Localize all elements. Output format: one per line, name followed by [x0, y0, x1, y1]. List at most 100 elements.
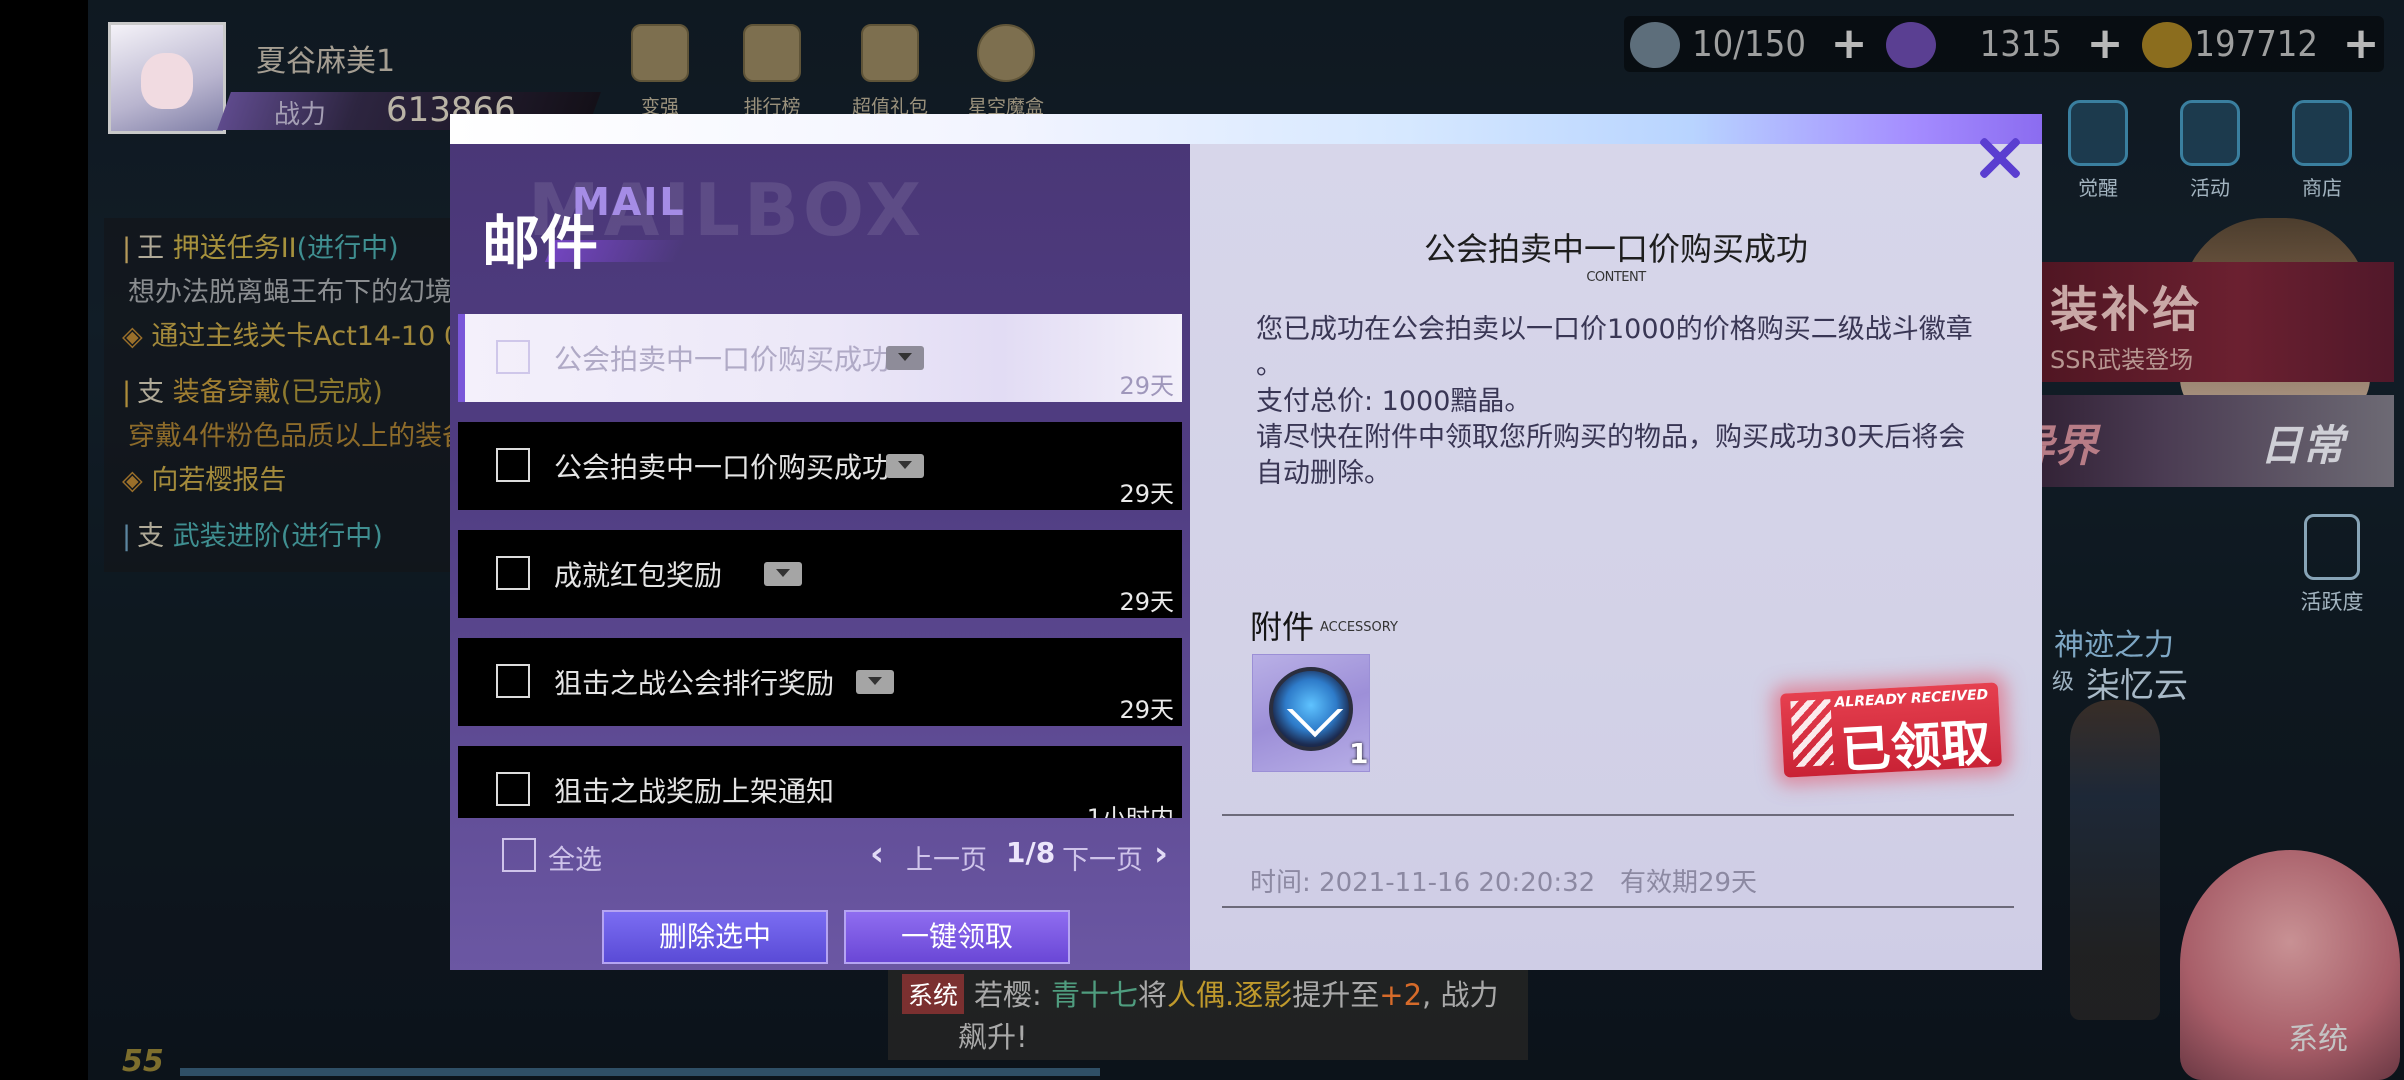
- quest-title: 武装进阶: [172, 521, 281, 552]
- quest-3-header[interactable]: | 支 武装进阶(进行中): [122, 514, 383, 553]
- quest-2-desc: 穿戴4件粉色品质以上的装备: [128, 421, 470, 452]
- select-all-checkbox[interactable]: [502, 838, 536, 872]
- mail-checkbox[interactable]: [496, 340, 530, 374]
- mail-item[interactable]: 公会拍卖中一口价购买成功 29天: [458, 422, 1182, 510]
- attachment-label: 附件: [1250, 608, 1315, 646]
- select-all-label[interactable]: 全选: [548, 838, 602, 877]
- detail-body-line: 您已成功在公会拍卖以一口价1000的价格购买二级战斗徽章: [1256, 314, 1973, 345]
- envelope-icon: [856, 670, 894, 694]
- envelope-icon: [764, 562, 802, 586]
- activity-label: 活跃度: [2300, 590, 2364, 614]
- quest-1-desc: 想办法脱离蝇王布下的幻境: [128, 277, 452, 308]
- detail-body-line: 。: [1256, 350, 1283, 381]
- chat-level: +2: [1379, 978, 1423, 1012]
- side-menu-awaken[interactable]: 觉醒: [2050, 100, 2146, 201]
- mail-subject: 成就红包奖励: [554, 559, 723, 592]
- mail-list[interactable]: 公会拍卖中一口价购买成功 29天 公会拍卖中一口价购买成功 29天 成就红包奖励…: [458, 314, 1182, 818]
- next-page-button[interactable]: 下一页: [1062, 838, 1143, 877]
- resource-crystal: 1315 +: [1886, 16, 2126, 72]
- mail-subject: 狙击之战公会排行奖励: [554, 667, 835, 700]
- mail-item[interactable]: 狙击之战公会排行奖励 29天: [458, 638, 1182, 726]
- chat-verb: 将: [1138, 978, 1168, 1012]
- quest-2-header[interactable]: | 支 装备穿戴(已完成): [122, 370, 383, 409]
- mail-checkbox[interactable]: [496, 556, 530, 590]
- system-button[interactable]: 系统: [2288, 1014, 2348, 1058]
- screen-left-margin: [0, 0, 88, 1080]
- chevron-right-icon[interactable]: ›: [1154, 834, 1168, 874]
- chat-item: 人偶.逐影: [1167, 978, 1293, 1012]
- envelope-icon: [886, 454, 924, 478]
- quest-goal-text: 通过主线关卡Act14-10 0/: [151, 321, 471, 352]
- prev-page-button[interactable]: 上一页: [906, 838, 987, 877]
- quest-title: 押送任务II: [172, 233, 297, 264]
- chat-system-tag: 系统: [902, 974, 965, 1014]
- page-indicator: 1/8: [1006, 836, 1056, 869]
- daily-label: 日常: [2260, 421, 2345, 470]
- mail-item[interactable]: 狙击之战奖励上架通知 1小时内: [458, 746, 1182, 818]
- top-menu-gift-pack[interactable]: 超值礼包: [846, 24, 934, 118]
- player-avatar[interactable]: [108, 22, 226, 134]
- add-crystal-button[interactable]: +: [2084, 22, 2126, 66]
- collect-all-button[interactable]: 一键领取: [844, 910, 1070, 964]
- crystal-value: 1315: [1979, 24, 2062, 65]
- mail-dialog: MAILBOX MAIL 邮件 公会拍卖中一口价购买成功 29天 公会拍卖中一口…: [450, 114, 2042, 970]
- attachment-item[interactable]: 1: [1252, 654, 1370, 772]
- side-menu-label: 商店: [2302, 176, 2342, 200]
- magic-box-icon: [977, 24, 1035, 82]
- awaken-icon: [2068, 100, 2128, 166]
- mail-expire: 29天: [1119, 480, 1174, 508]
- shop-bag-icon: [2292, 100, 2352, 166]
- mail-item[interactable]: 公会拍卖中一口价购买成功 29天: [458, 314, 1182, 402]
- detail-content-tag: CONTENT: [1586, 270, 1646, 285]
- balloon-icon: [2180, 100, 2240, 166]
- detail-time: 时间: 2021-11-16 20:20:32 有效期29天: [1250, 862, 1757, 899]
- delete-selected-button[interactable]: 删除选中: [602, 910, 828, 964]
- player-level: 55: [122, 1044, 164, 1079]
- mail-subject: 狙击之战奖励上架通知: [554, 775, 835, 808]
- attachment-tag: ACCESSORY: [1320, 620, 1398, 635]
- top-menu-strengthen[interactable]: 变强: [616, 24, 704, 118]
- ranking-icon: [743, 24, 801, 82]
- quest-goal-text: 向若樱报告: [151, 465, 287, 496]
- quest-status: (进行中): [296, 233, 399, 264]
- god-level: 级: [2052, 670, 2075, 695]
- chevron-left-icon[interactable]: ‹: [870, 834, 884, 874]
- mail-checkbox[interactable]: [496, 448, 530, 482]
- mail-expire: 1小时内: [1086, 804, 1174, 818]
- mail-checkbox[interactable]: [496, 772, 530, 806]
- character-sprite: [2070, 700, 2160, 1020]
- detail-body: 您已成功在公会拍卖以一口价1000的价格购买二级战斗徽章 。 支付总价: 100…: [1256, 312, 1976, 492]
- dialog-top-bar: [450, 114, 2042, 144]
- resource-stamina: 10/150 +: [1630, 16, 1870, 72]
- add-gold-button[interactable]: +: [2340, 22, 2382, 66]
- power-label: 战力: [274, 100, 327, 130]
- top-menu-magic-box[interactable]: 星空魔盒: [962, 24, 1050, 118]
- banner-title: 装补给: [2050, 282, 2204, 338]
- quest-status: (已完成): [280, 377, 383, 408]
- quest-tag: 支: [137, 521, 165, 552]
- activity-button[interactable]: 活跃度: [2282, 514, 2382, 616]
- quest-1-header[interactable]: | 王 押送任务II(进行中): [122, 226, 399, 265]
- envelope-icon: [886, 346, 924, 370]
- add-stamina-button[interactable]: +: [1828, 22, 1870, 66]
- mail-item[interactable]: 成就红包奖励 29天: [458, 530, 1182, 618]
- coin-icon: [2142, 22, 2192, 68]
- detail-body-line: 支付总价: 1000黯晶。: [1256, 386, 1532, 417]
- chat-speaker: 若樱:: [974, 978, 1042, 1012]
- side-menu-activity[interactable]: 活动: [2162, 100, 2258, 201]
- close-icon[interactable]: [1970, 128, 2030, 188]
- mail-expire: 29天: [1119, 588, 1174, 616]
- side-menu-shop[interactable]: 商店: [2274, 100, 2370, 201]
- detail-title: 公会拍卖中一口价购买成功: [1423, 230, 1808, 268]
- detail-body-line: 自动删除。: [1256, 458, 1391, 489]
- chat-tail: , 战力: [1422, 978, 1499, 1012]
- top-menu-ranking[interactable]: 排行榜: [728, 24, 816, 118]
- banner-subtitle: SSR武装登场: [2050, 346, 2194, 374]
- validity-label: 有效期29天: [1619, 868, 1758, 898]
- chat-message: 若樱: 青十七将人偶.逐影提升至+2, 战力: [974, 972, 1498, 1014]
- quest-tag: 王: [137, 233, 165, 264]
- xp-bar: [180, 1068, 1100, 1076]
- clipboard-icon: [2304, 514, 2360, 580]
- mail-checkbox[interactable]: [496, 664, 530, 698]
- quest-status: (进行中): [280, 521, 383, 552]
